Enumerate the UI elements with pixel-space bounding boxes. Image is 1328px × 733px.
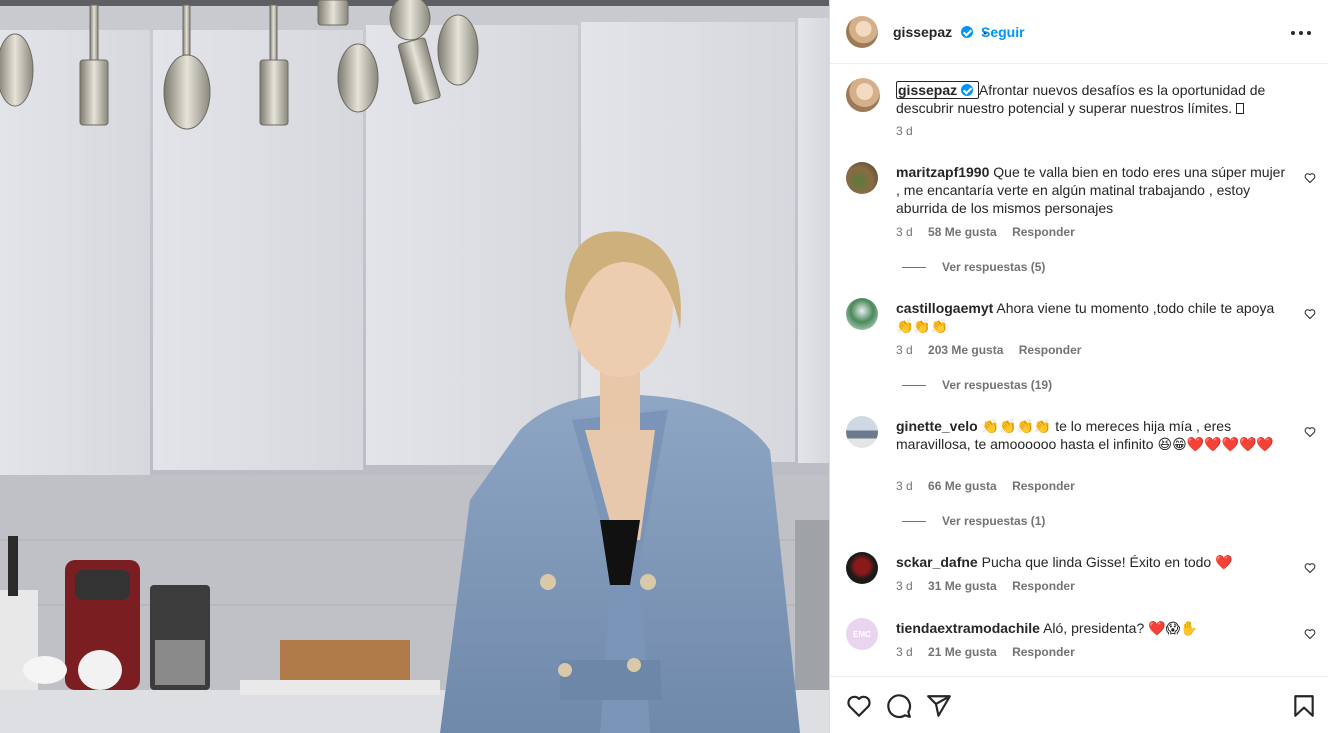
view-replies-button[interactable]: Ver respuestas (1): [902, 514, 1045, 528]
reply-button[interactable]: Responder: [1012, 645, 1075, 659]
more-icon[interactable]: [1291, 22, 1315, 42]
follow-button[interactable]: Seguir: [981, 24, 1025, 40]
caption-text-block: gissepaz Afrontar nuevos desafíos es la …: [896, 81, 1316, 117]
emoji-group: ❤️😱✋: [1148, 620, 1198, 636]
comment-username[interactable]: maritzapf1990: [896, 164, 989, 180]
share-icon[interactable]: [926, 693, 952, 719]
kitchen-photo: [0, 0, 829, 733]
comment-username[interactable]: castillogaemyt: [896, 300, 993, 316]
author-avatar[interactable]: [846, 16, 878, 48]
comment-meta: 3 d 58 Me gusta Responder: [896, 225, 1075, 239]
commenter-avatar[interactable]: [846, 162, 878, 194]
caption-username[interactable]: gissepaz: [898, 82, 957, 98]
comment-username[interactable]: ginette_velo: [896, 418, 978, 434]
post-actions-bar: [830, 676, 1328, 733]
comment-text-block: sckar_dafne Pucha que linda Gisse! Éxito…: [896, 553, 1291, 571]
heart-icon[interactable]: [1304, 628, 1316, 640]
comment-username[interactable]: sckar_dafne: [896, 554, 978, 570]
comment-meta: 3 d 203 Me gusta Responder: [896, 343, 1081, 357]
verified-icon: [960, 26, 973, 38]
comment-item: EMC tiendaextramodachile Aló, presidenta…: [846, 616, 1316, 666]
comment-text-block: maritzapf1990 Que te valla bien en todo …: [896, 163, 1291, 217]
comment-likes[interactable]: 66 Me gusta: [928, 479, 997, 493]
author-username-block: gissepaz •: [893, 24, 987, 42]
post-side-panel: gissepaz • Seguir gissepaz Afrontar nuev…: [829, 0, 1328, 733]
comment-time: 3 d: [896, 645, 913, 659]
reply-button[interactable]: Responder: [1019, 343, 1082, 357]
save-icon[interactable]: [1291, 693, 1317, 719]
commenter-avatar-text: EMC: [853, 629, 871, 639]
verified-icon: [961, 84, 974, 96]
post-header: gissepaz • Seguir: [830, 0, 1328, 64]
reply-button[interactable]: Responder: [1012, 579, 1075, 593]
clapping-emoji: 👏👏👏: [896, 318, 949, 334]
comment-meta: 3 d 21 Me gusta Responder: [896, 645, 1075, 659]
caption-username-box[interactable]: gissepaz: [896, 81, 979, 99]
clapping-emoji: 👏👏👏👏: [981, 418, 1052, 434]
author-username[interactable]: gissepaz: [893, 24, 952, 40]
caption-time: 3 d: [896, 124, 913, 138]
comment-text: Pucha que linda Gisse! Éxito en todo: [981, 554, 1212, 570]
commenter-avatar[interactable]: [846, 552, 878, 584]
comment-time: 3 d: [896, 479, 913, 493]
comment-text-block: tiendaextramodachile Aló, presidenta? ❤️…: [896, 619, 1291, 637]
comment-item: maritzapf1990 Que te valla bien en todo …: [846, 160, 1316, 280]
heart-icon[interactable]: [1304, 172, 1316, 184]
comment-likes[interactable]: 58 Me gusta: [928, 225, 997, 239]
comment-time: 3 d: [896, 343, 913, 357]
caption-avatar[interactable]: [846, 78, 880, 112]
comment-text: Aló, presidenta?: [1043, 620, 1145, 636]
comment-text: Ahora viene tu momento ,todo chile te ap…: [996, 300, 1275, 316]
comment-text-block: castillogaemyt Ahora viene tu momento ,t…: [896, 299, 1291, 335]
comment-likes[interactable]: 31 Me gusta: [928, 579, 997, 593]
comment-meta: 3 d 31 Me gusta Responder: [896, 579, 1075, 593]
post-photo[interactable]: [0, 0, 829, 733]
comment-time: 3 d: [896, 225, 913, 239]
heart-icon[interactable]: [1304, 426, 1316, 438]
comment-item: ginette_velo 👏👏👏👏 te lo mereces hija mía…: [846, 414, 1316, 534]
comment-likes[interactable]: 21 Me gusta: [928, 645, 997, 659]
comment-item: sckar_dafne Pucha que linda Gisse! Éxito…: [846, 550, 1316, 600]
emoji-placeholder-icon: [1236, 103, 1245, 114]
like-heart-icon[interactable]: [846, 693, 872, 719]
reply-button[interactable]: Responder: [1012, 479, 1075, 493]
commenter-avatar[interactable]: [846, 416, 878, 448]
red-heart-emoji: ❤️: [1215, 554, 1233, 570]
view-replies-button[interactable]: Ver respuestas (5): [902, 260, 1045, 274]
view-replies-button[interactable]: Ver respuestas (19): [902, 378, 1052, 392]
commenter-avatar[interactable]: EMC: [846, 618, 878, 650]
comment-likes[interactable]: 203 Me gusta: [928, 343, 1003, 357]
comment-item: castillogaemyt Ahora viene tu momento ,t…: [846, 296, 1316, 396]
heart-icon[interactable]: [1304, 562, 1316, 574]
emoji-group: 😆😁❤️❤️❤️❤️❤️: [1157, 436, 1274, 452]
comment-username[interactable]: tiendaextramodachile: [896, 620, 1040, 636]
comment-icon[interactable]: [886, 693, 912, 719]
comment-meta: 3 d 66 Me gusta Responder: [896, 479, 1075, 493]
reply-button[interactable]: Responder: [1012, 225, 1075, 239]
comment-text-block: ginette_velo 👏👏👏👏 te lo mereces hija mía…: [896, 417, 1291, 453]
heart-icon[interactable]: [1304, 308, 1316, 320]
commenter-avatar[interactable]: [846, 298, 878, 330]
comment-time: 3 d: [896, 579, 913, 593]
